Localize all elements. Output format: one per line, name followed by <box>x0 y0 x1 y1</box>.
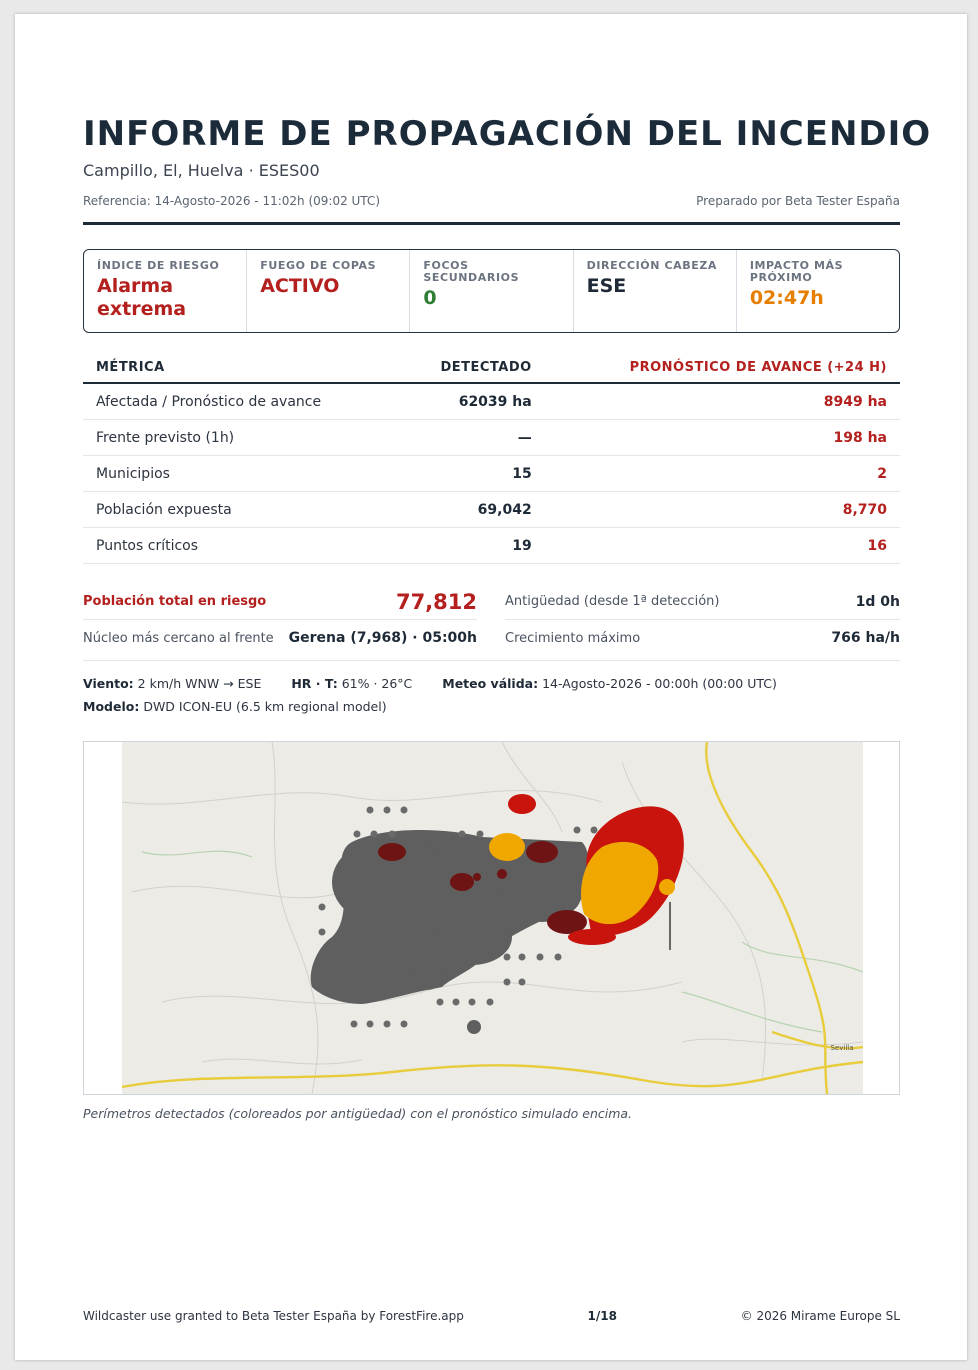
table-row: Afectada / Pronóstico de avance 62039 ha… <box>83 383 900 420</box>
max-growth: Crecimiento máximo 766 ha/h <box>505 620 900 656</box>
table-row: Población expuesta 69,042 8,770 <box>83 491 900 528</box>
kpi-label: ÍNDICE DE RIESGO <box>97 259 220 272</box>
column-header-detected: DETECTADO <box>397 352 545 384</box>
metric-detected: 69,042 <box>397 491 545 528</box>
fire-map-image: Sevilla <box>122 742 863 1094</box>
fire-age-value: 1d 0h <box>855 593 900 610</box>
model-value: DWD ICON-EU (6.5 km regional model) <box>143 699 387 714</box>
place-label-sevilla: Sevilla <box>830 1044 853 1052</box>
report-page: INFORME DE PROPAGACIÓN DEL INCENDIO Camp… <box>15 14 967 1360</box>
fire-map: Sevilla <box>83 741 900 1095</box>
meteo-line-1: Viento: 2 km/h WNW → ESE HR · T: 61% · 2… <box>83 672 900 695</box>
kpi-label: DIRECCIÓN CABEZA <box>586 259 718 272</box>
metric-name: Municipios <box>83 455 398 492</box>
report-subtitle: Campillo, El, Huelva · ESES00 <box>83 161 320 180</box>
metric-forecast: 8,770 <box>544 491 900 528</box>
nearest-nucleus-label: Núcleo más cercano al frente <box>83 630 274 646</box>
map-caption: Perímetros detectados (coloreados por an… <box>83 1106 633 1121</box>
prepared-by-text: Preparado por Beta Tester España <box>696 194 900 208</box>
kpi-crown-fire: FUEGO DE COPAS ACTIVO <box>247 250 411 332</box>
meteo-valid-value: 14-Agosto-2026 - 00:00h (00:00 UTC) <box>542 676 777 691</box>
fire-age-label: Antigüedad (desde 1ª detección) <box>505 594 720 609</box>
meteo-line-2: Modelo: DWD ICON-EU (6.5 km regional mod… <box>83 695 900 718</box>
metric-detected: — <box>397 419 545 456</box>
nearest-nucleus: Núcleo más cercano al frente Gerena (7,9… <box>83 620 477 656</box>
summary-block: Población total en riesgo 77,812 Antigüe… <box>83 584 900 661</box>
header-divider <box>83 222 900 225</box>
wind-value: 2 km/h WNW → ESE <box>137 676 262 691</box>
fire-age: Antigüedad (desde 1ª detección) 1d 0h <box>505 584 900 620</box>
max-growth-label: Crecimiento máximo <box>505 630 641 646</box>
table-row: Puntos críticos 19 16 <box>83 527 900 564</box>
metrics-table: MÉTRICA DETECTADO PRONÓSTICO DE AVANCE (… <box>83 352 900 564</box>
population-at-risk-label: Población total en riesgo <box>83 594 267 609</box>
kpi-value: ESE <box>586 275 627 297</box>
wind-label: Viento: <box>83 676 134 691</box>
reference-line: Referencia: 14-Agosto-2026 - 11:02h (09:… <box>83 194 900 208</box>
report-title: INFORME DE PROPAGACIÓN DEL INCENDIO <box>83 114 932 154</box>
kpi-value: ACTIVO <box>260 275 340 297</box>
population-at-risk: Población total en riesgo 77,812 <box>83 584 477 620</box>
table-row: Municipios 15 2 <box>83 455 900 492</box>
metric-detected: 62039 ha <box>397 383 545 420</box>
metric-detected: 15 <box>397 455 545 492</box>
footer-copyright: © 2026 Mirame Europe SL <box>740 1309 900 1323</box>
kpi-value: Alarma extrema <box>97 275 187 320</box>
kpi-label: FUEGO DE COPAS <box>260 259 377 272</box>
kpi-panel: ÍNDICE DE RIESGO Alarma extrema FUEGO DE… <box>83 249 900 333</box>
nearest-nucleus-value: Gerena (7,968) · 05:00h <box>288 630 477 646</box>
page-footer: Wildcaster use granted to Beta Tester Es… <box>83 1309 900 1323</box>
humidity-temp-value: 61% · 26°C <box>341 676 413 691</box>
kpi-head-direction: DIRECCIÓN CABEZA ESE <box>574 250 737 332</box>
kpi-next-impact: IMPACTO MÁS PRÓXIMO 02:47h <box>737 250 899 332</box>
meteo-block: Viento: 2 km/h WNW → ESE HR · T: 61% · 2… <box>83 672 900 718</box>
metric-name: Puntos críticos <box>83 527 398 564</box>
model-label: Modelo: <box>83 699 140 714</box>
kpi-label: IMPACTO MÁS PRÓXIMO <box>749 259 844 284</box>
kpi-spot-fires: FOCOS SECUNDARIOS 0 <box>410 250 574 332</box>
metric-name: Afectada / Pronóstico de avance <box>83 383 398 420</box>
max-growth-value: 766 ha/h <box>831 630 900 646</box>
table-row: Frente previsto (1h) — 198 ha <box>83 419 900 456</box>
page-number: 1/18 <box>587 1309 617 1323</box>
metric-forecast: 198 ha <box>544 419 900 456</box>
metric-forecast: 16 <box>544 527 900 564</box>
kpi-value: 02:47h <box>749 287 824 309</box>
metric-detected: 19 <box>397 527 545 564</box>
kpi-label: FOCOS SECUNDARIOS <box>423 259 520 284</box>
footer-license: Wildcaster use granted to Beta Tester Es… <box>83 1309 464 1323</box>
column-header-forecast: PRONÓSTICO DE AVANCE (+24 H) <box>544 352 900 384</box>
humidity-temp-label: HR · T: <box>291 676 338 691</box>
metric-name: Frente previsto (1h) <box>83 419 398 456</box>
metric-forecast: 8949 ha <box>544 383 900 420</box>
reference-text: Referencia: 14-Agosto-2026 - 11:02h (09:… <box>83 194 380 208</box>
kpi-value: 0 <box>423 287 437 309</box>
metric-name: Población expuesta <box>83 491 398 528</box>
metric-forecast: 2 <box>544 455 900 492</box>
population-at-risk-value: 77,812 <box>395 589 477 614</box>
meteo-valid-label: Meteo válida: <box>442 676 539 691</box>
column-header-metric: MÉTRICA <box>83 352 398 384</box>
metrics-header-row: MÉTRICA DETECTADO PRONÓSTICO DE AVANCE (… <box>83 352 900 384</box>
kpi-risk-index: ÍNDICE DE RIESGO Alarma extrema <box>84 250 248 332</box>
